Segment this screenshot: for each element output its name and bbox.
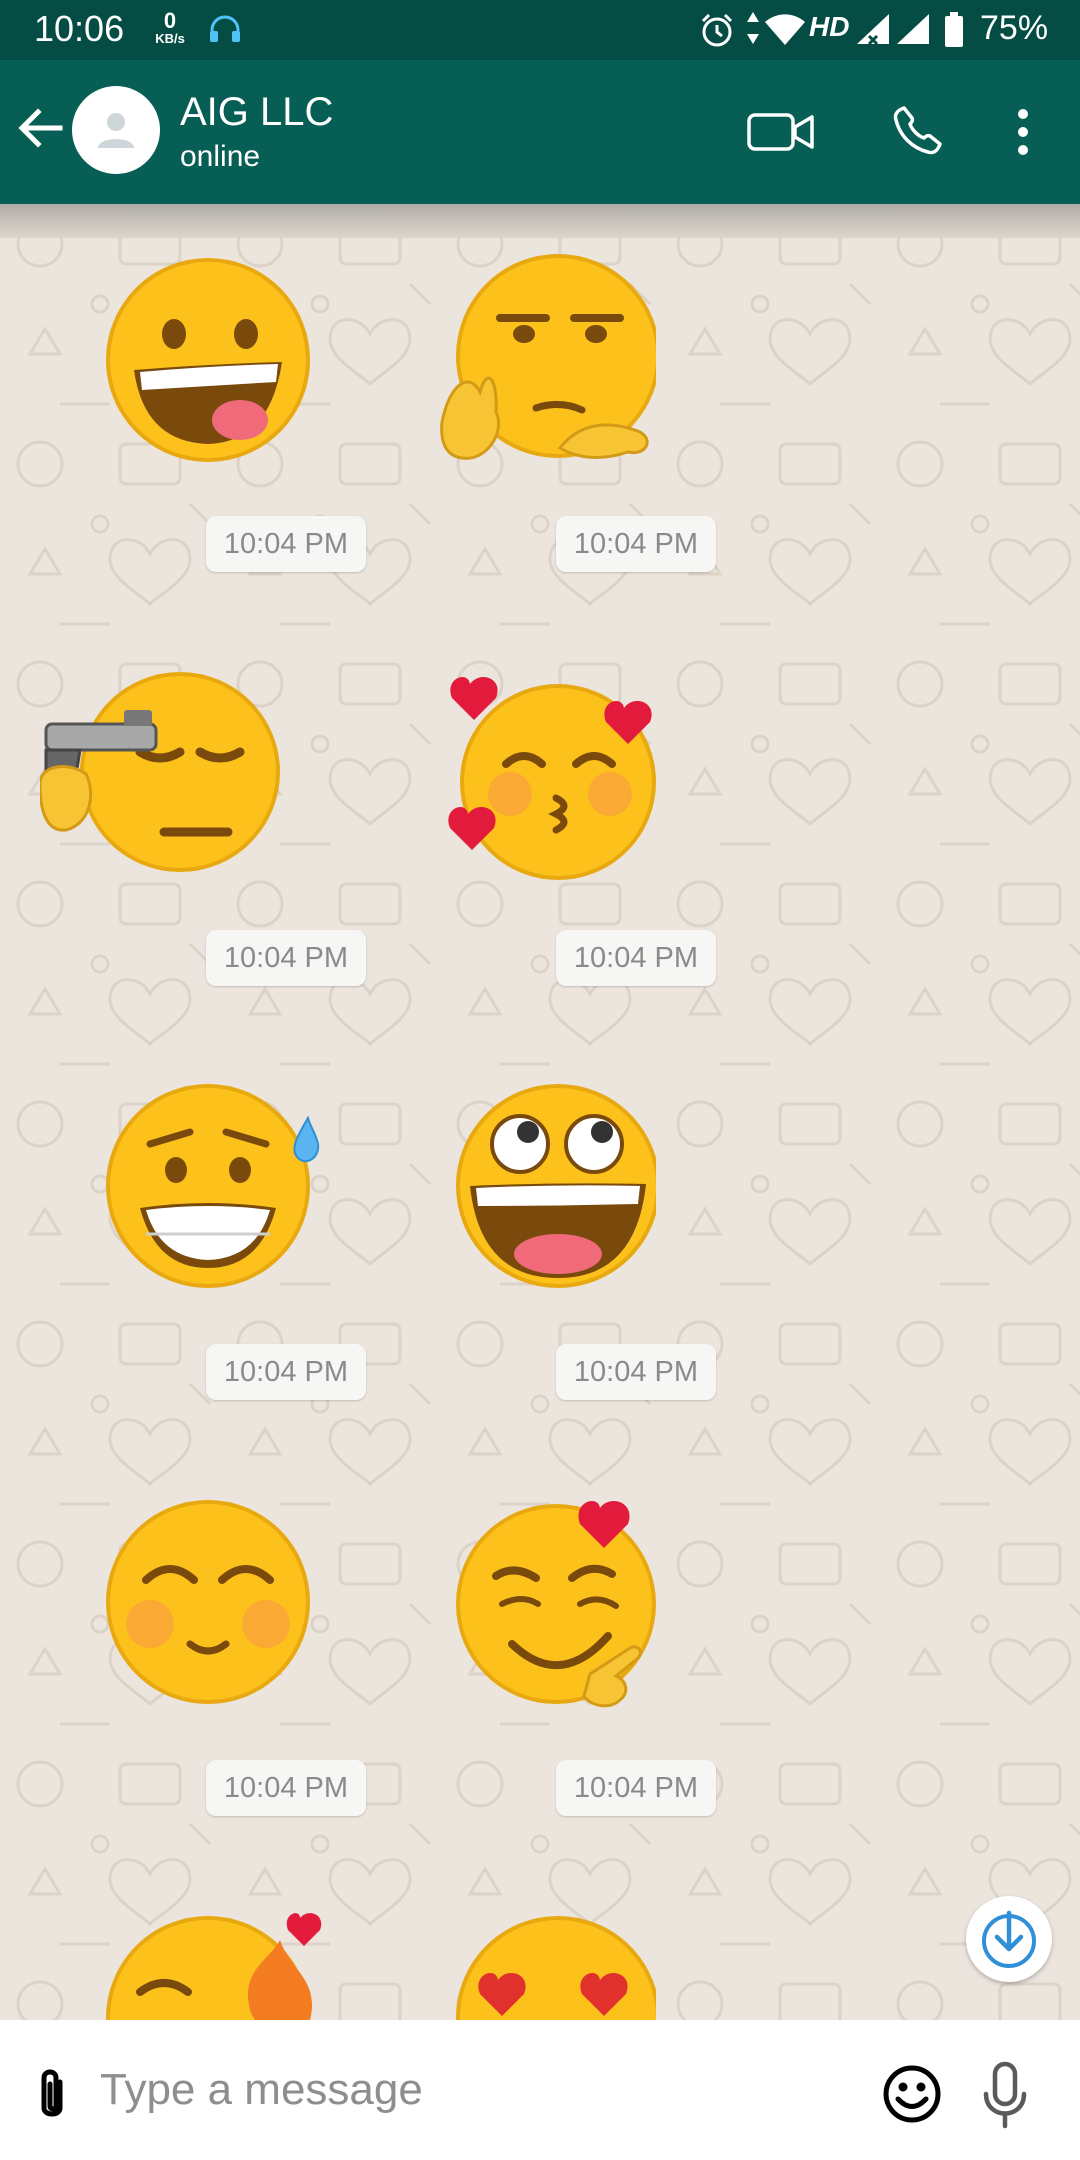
winking-face-with-fire-sticker[interactable] bbox=[100, 1910, 340, 2020]
face-with-hands-pose-sticker[interactable] bbox=[440, 252, 656, 468]
network-speed-unit: KB/s bbox=[155, 31, 185, 46]
contact-status: online bbox=[180, 140, 261, 173]
scroll-down-icon bbox=[982, 1910, 1036, 1968]
message-timestamp: 10:04 PM bbox=[556, 930, 716, 986]
back-arrow-icon[interactable] bbox=[16, 104, 64, 152]
battery-percent: 75% bbox=[980, 9, 1049, 47]
headset-icon bbox=[210, 15, 240, 42]
message-timestamp: 10:04 PM bbox=[556, 1344, 716, 1400]
face-with-gun-sticker[interactable] bbox=[40, 664, 350, 880]
wifi-icon bbox=[765, 14, 805, 45]
contact-name[interactable]: AIG LLC bbox=[180, 90, 333, 135]
message-timestamp: 10:04 PM bbox=[206, 1760, 366, 1816]
message-input-bar bbox=[0, 2020, 1080, 2160]
message-timestamp: 10:04 PM bbox=[206, 516, 366, 572]
toolbar-shadow bbox=[0, 204, 1080, 238]
message-timestamp: 10:04 PM bbox=[556, 1760, 716, 1816]
heart-eyes-face-sticker[interactable] bbox=[440, 1910, 656, 2020]
network-speed-value: 0 bbox=[163, 8, 177, 33]
alarm-icon bbox=[701, 13, 733, 47]
grinning-face-sticker[interactable] bbox=[100, 252, 316, 468]
chat-toolbar: AIG LLC online bbox=[0, 60, 1080, 204]
status-time: 10:06 bbox=[34, 8, 125, 49]
message-timestamp: 10:04 PM bbox=[206, 930, 366, 986]
attach-icon[interactable] bbox=[30, 2064, 74, 2124]
avatar[interactable] bbox=[72, 86, 160, 174]
message-timestamp: 10:04 PM bbox=[556, 516, 716, 572]
emoji-icon[interactable] bbox=[882, 2064, 942, 2124]
message-input[interactable] bbox=[100, 2050, 860, 2130]
network-type-label: HD bbox=[809, 11, 850, 42]
phone-icon[interactable] bbox=[890, 102, 946, 158]
more-vert-icon[interactable] bbox=[1008, 104, 1038, 160]
signal-icon bbox=[897, 14, 929, 44]
network-speed: 0 KB/s bbox=[150, 8, 190, 46]
blushing-smiling-face-sticker[interactable] bbox=[100, 1494, 316, 1710]
video-call-icon[interactable] bbox=[746, 110, 816, 154]
data-arrows-icon bbox=[747, 12, 759, 44]
avatar-icon bbox=[98, 113, 134, 148]
chat-area[interactable]: 10:04 PM 10:04 PM 10:04 PM 10:04 PM 10:0… bbox=[0, 204, 1080, 2020]
battery-icon bbox=[945, 12, 963, 47]
status-bar: 10:06 0 KB/s HD 75% bbox=[0, 0, 1080, 60]
message-timestamp: 10:04 PM bbox=[206, 1344, 366, 1400]
kissing-face-with-hearts-sticker[interactable] bbox=[440, 664, 656, 880]
eye-roll-laughing-face-sticker[interactable] bbox=[440, 1078, 656, 1294]
mic-icon[interactable] bbox=[980, 2060, 1030, 2130]
signal-icon bbox=[857, 14, 889, 46]
grinning-face-with-sweat-sticker[interactable] bbox=[100, 1078, 340, 1294]
scroll-down-button[interactable] bbox=[966, 1896, 1052, 1982]
smirking-face-with-heart-sticker[interactable] bbox=[440, 1494, 656, 1710]
